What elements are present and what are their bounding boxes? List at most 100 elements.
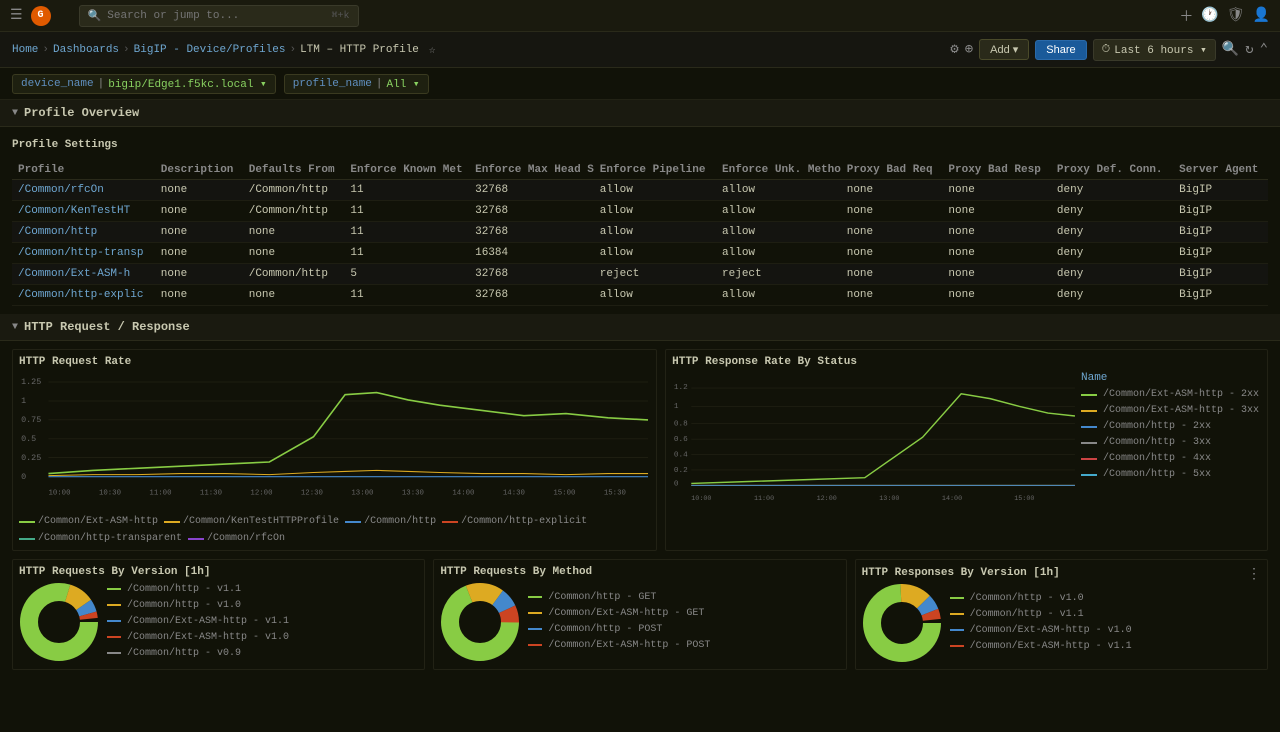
- chart-menu-icon[interactable]: ⋮: [1247, 566, 1261, 583]
- breadcrumb-home[interactable]: Home: [12, 44, 38, 56]
- profile-table: Profile Description Defaults From Enforc…: [12, 161, 1268, 306]
- share-button[interactable]: Share: [1035, 40, 1086, 60]
- response-rate-title: HTTP Response Rate By Status: [672, 356, 1261, 368]
- legend-item: /Common/http - v1.0: [950, 593, 1132, 604]
- col-profile: Profile: [12, 161, 155, 180]
- svg-text:11:00: 11:00: [149, 490, 171, 498]
- bottom-charts-row: HTTP Requests By Version [1h] /Common/ht…: [12, 559, 1268, 670]
- col-enforce-max: Enforce Max Head S: [469, 161, 594, 180]
- legend-item: /Common/http - 2xx: [1081, 421, 1261, 432]
- svg-text:12:00: 12:00: [250, 490, 272, 498]
- device-name-filter[interactable]: device_name | bigip/Edge1.f5kc.local ▾: [12, 74, 276, 94]
- col-server-agent: Server Agent: [1173, 161, 1268, 180]
- legend-item: /Common/http - POST: [528, 624, 710, 635]
- search-shortcut: ⌘+k: [332, 10, 350, 22]
- clock-icon-small: ⏱: [1102, 44, 1111, 56]
- col-enforce-known: Enforce Known Met: [344, 161, 469, 180]
- col-enforce-unk: Enforce Unk. Metho: [716, 161, 841, 180]
- plus-icon[interactable]: ＋: [1179, 6, 1193, 26]
- svg-text:1.2: 1.2: [674, 384, 688, 392]
- version-donut-svg: [19, 582, 99, 662]
- profile-name-filter[interactable]: profile_name | All ▾: [284, 74, 429, 94]
- sep3: ›: [289, 44, 296, 56]
- http-section-title: HTTP Request / Response: [24, 320, 190, 334]
- requests-method-donut: /Common/http - GET/Common/Ext-ASM-http -…: [440, 582, 839, 662]
- requests-by-version-title: HTTP Requests By Version [1h]: [19, 566, 418, 578]
- request-rate-svg: 1.25 1 0.75 0.5 0.25 0: [19, 372, 650, 512]
- legend-item: /Common/http-transparent: [19, 533, 182, 544]
- breadcrumb-bar: Home › Dashboards › BigIP - Device/Profi…: [0, 32, 1280, 68]
- request-rate-title: HTTP Request Rate: [19, 356, 650, 368]
- profile-overview-title: Profile Overview: [24, 106, 139, 120]
- col-defaults-from: Defaults From: [243, 161, 345, 180]
- main-content: ▼ Profile Overview Profile Settings Prof…: [0, 100, 1280, 732]
- col-description: Description: [155, 161, 243, 180]
- response-rate-chart: HTTP Response Rate By Status 1.2 1 0.8 0…: [665, 349, 1268, 551]
- table-row: /Common/http-explicnonenone1132768allowa…: [12, 285, 1268, 306]
- col-proxy-bad-req: Proxy Bad Req: [841, 161, 943, 180]
- hamburger-icon[interactable]: ☰: [10, 7, 23, 24]
- settings-icon[interactable]: ⚙: [950, 41, 958, 58]
- legend-item: /Common/Ext-ASM-http - v1.0: [107, 632, 289, 643]
- table-row: /Common/Ext-ASM-hnone/Common/http532768r…: [12, 264, 1268, 285]
- search-input[interactable]: [107, 10, 325, 22]
- clock-icon[interactable]: 🕐: [1201, 7, 1218, 24]
- add-button[interactable]: Add ▾: [979, 39, 1029, 60]
- collapse-icon[interactable]: ⌃: [1260, 41, 1268, 58]
- topbar-right: ＋ 🕐 🛡 👤: [1179, 6, 1270, 26]
- shield-icon[interactable]: 🛡: [1227, 7, 1245, 24]
- breadcrumb-device-profiles[interactable]: BigIP - Device/Profiles: [134, 44, 286, 56]
- svg-text:13:00: 13:00: [351, 490, 373, 498]
- svg-text:0.2: 0.2: [674, 467, 688, 475]
- share-icon[interactable]: ⊕: [965, 41, 973, 58]
- legend-item: /Common/Ext-ASM-http - v1.1: [950, 641, 1132, 652]
- time-range-selector[interactable]: ⏱ Last 6 hours ▾: [1093, 39, 1216, 61]
- request-rate-area: 1.25 1 0.75 0.5 0.25 0: [19, 372, 650, 512]
- requests-version-donut: /Common/http - v1.1/Common/http - v1.0/C…: [19, 582, 418, 662]
- svg-text:0.8: 0.8: [674, 421, 688, 429]
- svg-text:14:00: 14:00: [452, 490, 474, 498]
- responses-by-version-title: HTTP Responses By Version [1h]: [862, 567, 1247, 579]
- svg-text:10:00: 10:00: [691, 495, 711, 503]
- legend-item: /Common/Ext-ASM-http - 3xx: [1081, 405, 1261, 416]
- profile-overview-header[interactable]: ▼ Profile Overview: [0, 100, 1280, 127]
- breadcrumb-current: LTM – HTTP Profile: [300, 44, 419, 56]
- legend-item: /Common/rfcOn: [188, 533, 285, 544]
- legend-item: /Common/http - v1.0: [107, 600, 289, 611]
- svg-text:0.4: 0.4: [674, 451, 688, 459]
- svg-text:0.6: 0.6: [674, 436, 688, 444]
- charts-section: HTTP Request Rate 1.25 1 0.75 0.5 0.25 0: [0, 341, 1280, 678]
- sep1: ›: [42, 44, 49, 56]
- toggle-icon-2: ▼: [12, 322, 18, 333]
- search-box[interactable]: 🔍 ⌘+k: [79, 5, 359, 27]
- table-row: /Common/httpnonenone1132768allowallownon…: [12, 222, 1268, 243]
- svg-text:14:00: 14:00: [942, 495, 962, 503]
- svg-text:15:00: 15:00: [553, 490, 575, 498]
- http-section-header[interactable]: ▼ HTTP Request / Response: [0, 314, 1280, 341]
- responses-by-version-chart: HTTP Responses By Version [1h] ⋮ /Common…: [855, 559, 1268, 670]
- breadcrumb-actions: ⚙ ⊕ Add ▾ Share ⏱ Last 6 hours ▾ 🔍 ↻ ⌃: [950, 39, 1268, 61]
- response-rate-area: 1.2 1 0.8 0.6 0.4 0.2 0: [672, 372, 1077, 512]
- legend-item: /Common/Ext-ASM-http - v1.0: [950, 625, 1132, 636]
- legend-item: /Common/http - 3xx: [1081, 437, 1261, 448]
- col-enforce-pipeline: Enforce Pipeline: [594, 161, 716, 180]
- table-row: /Common/http-transpnonenone1116384allowa…: [12, 243, 1268, 264]
- requests-by-method-title: HTTP Requests By Method: [440, 566, 839, 578]
- legend-item: /Common/http: [345, 516, 436, 527]
- zoom-out-icon[interactable]: 🔍: [1222, 41, 1239, 58]
- breadcrumb-dashboards[interactable]: Dashboards: [53, 44, 119, 56]
- filter-bar: device_name | bigip/Edge1.f5kc.local ▾ p…: [0, 68, 1280, 100]
- legend-item: /Common/Ext-ASM-http - GET: [528, 608, 710, 619]
- method-legend: /Common/http - GET/Common/Ext-ASM-http -…: [528, 592, 710, 653]
- version-legend: /Common/http - v1.1/Common/http - v1.0/C…: [107, 584, 289, 661]
- legend-item: /Common/http-explicit: [442, 516, 587, 527]
- star-icon[interactable]: ☆: [429, 43, 436, 57]
- legend-item: /Common/http - 4xx: [1081, 453, 1261, 464]
- request-rate-chart: HTTP Request Rate 1.25 1 0.75 0.5 0.25 0: [12, 349, 657, 551]
- col-proxy-def: Proxy Def. Conn.: [1051, 161, 1173, 180]
- top-charts-row: HTTP Request Rate 1.25 1 0.75 0.5 0.25 0: [12, 349, 1268, 551]
- legend-item: /Common/Ext-ASM-http: [19, 516, 158, 527]
- refresh-icon[interactable]: ↻: [1245, 41, 1253, 58]
- svg-text:12:00: 12:00: [817, 495, 837, 503]
- user-icon[interactable]: 👤: [1253, 7, 1270, 24]
